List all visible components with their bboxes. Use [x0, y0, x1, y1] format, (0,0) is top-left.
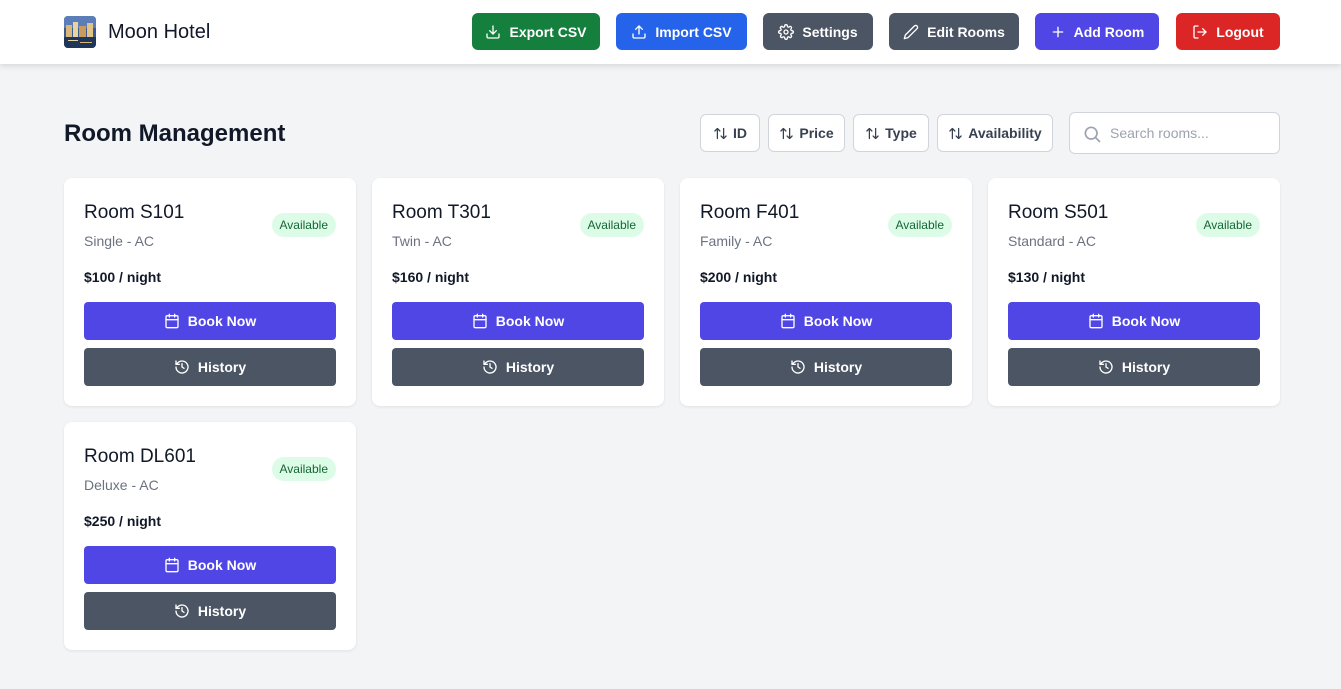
room-card: Room T301 Twin - AC Available $160 / nig…	[372, 178, 664, 406]
sort-by-type-label: Type	[885, 125, 917, 141]
room-card: Room S101 Single - AC Available $100 / n…	[64, 178, 356, 406]
sort-by-id-label: ID	[733, 125, 747, 141]
pencil-icon	[903, 24, 919, 39]
history-button[interactable]: History	[700, 348, 952, 386]
history-label: History	[1121, 359, 1171, 375]
book-now-label: Book Now	[187, 557, 257, 573]
room-card: Room F401 Family - AC Available $200 / n…	[680, 178, 972, 406]
room-price: $250 / night	[84, 513, 162, 529]
status-badge: Available	[271, 213, 336, 237]
logout-icon	[1193, 24, 1207, 39]
import-csv-label: Import CSV	[655, 23, 732, 40]
search-box	[1069, 112, 1280, 154]
book-now-button[interactable]: Book Now	[700, 302, 952, 340]
top-navbar: Moon Hotel Export CSV Import CSV Setting…	[0, 0, 1341, 64]
sort-by-availability-label: Availability	[968, 125, 1042, 141]
history-button[interactable]: History	[392, 348, 644, 386]
room-price: $200 / night	[700, 269, 778, 285]
status-badge: Available	[887, 213, 952, 237]
history-label: History	[197, 359, 247, 375]
history-label: History	[197, 603, 247, 619]
gear-icon	[778, 23, 795, 40]
book-now-label: Book Now	[495, 313, 565, 329]
book-now-button[interactable]: Book Now	[84, 546, 336, 584]
sort-arrows-icon	[949, 127, 963, 139]
status-badge: Available	[1195, 213, 1260, 237]
calendar-icon	[473, 313, 487, 329]
add-room-label: Add Room	[1073, 23, 1145, 40]
export-csv-label: Export CSV	[509, 23, 587, 40]
room-card: Room DL601 Deluxe - AC Available $250 / …	[64, 422, 356, 650]
room-title: Room F401	[700, 202, 800, 223]
sort-arrows-icon	[714, 127, 727, 139]
download-icon	[486, 24, 501, 39]
room-title: Room T301	[392, 202, 491, 223]
room-price: $130 / night	[1008, 269, 1086, 285]
logout-label: Logout	[1216, 23, 1264, 40]
add-room-button[interactable]: Add Room	[1035, 13, 1159, 50]
import-csv-button[interactable]: Import CSV	[616, 13, 747, 50]
status-badge: Available	[271, 457, 336, 481]
room-type: Deluxe - AC	[84, 477, 159, 493]
book-now-label: Book Now	[1111, 313, 1181, 329]
history-icon	[175, 604, 189, 618]
edit-rooms-label: Edit Rooms	[927, 23, 1005, 40]
room-type: Standard - AC	[1008, 233, 1096, 249]
logout-button[interactable]: Logout	[1176, 13, 1280, 50]
room-price: $160 / night	[392, 269, 470, 285]
history-icon	[1099, 360, 1113, 374]
settings-label: Settings	[802, 23, 858, 40]
room-card: Room S501 Standard - AC Available $130 /…	[988, 178, 1280, 406]
history-button[interactable]: History	[1008, 348, 1260, 386]
plus-icon	[1052, 26, 1063, 37]
settings-button[interactable]: Settings	[763, 13, 873, 50]
calendar-icon	[781, 313, 795, 329]
book-now-button[interactable]: Book Now	[84, 302, 336, 340]
page-title: Room Management	[64, 120, 286, 147]
book-now-label: Book Now	[187, 313, 257, 329]
sort-by-type-button[interactable]: Type	[853, 114, 929, 152]
room-title: Room DL601	[84, 446, 196, 467]
room-price: $100 / night	[84, 269, 162, 285]
upload-icon	[632, 24, 647, 39]
hotel-logo	[64, 16, 96, 48]
room-type: Single - AC	[84, 233, 155, 249]
sort-by-id-button[interactable]: ID	[700, 114, 760, 152]
sort-arrows-icon	[780, 127, 794, 139]
calendar-icon	[1089, 313, 1103, 329]
history-icon	[483, 360, 497, 374]
book-now-button[interactable]: Book Now	[392, 302, 644, 340]
search-icon	[1084, 126, 1101, 143]
export-csv-button[interactable]: Export CSV	[472, 13, 600, 50]
history-button[interactable]: History	[84, 592, 336, 630]
history-button[interactable]: History	[84, 348, 336, 386]
book-now-button[interactable]: Book Now	[1008, 302, 1260, 340]
sort-arrows-icon	[866, 127, 879, 139]
calendar-icon	[165, 313, 179, 329]
sort-by-availability-button[interactable]: Availability	[937, 114, 1053, 152]
history-icon	[175, 360, 189, 374]
history-label: History	[813, 359, 863, 375]
room-type: Family - AC	[700, 233, 773, 249]
status-badge: Available	[579, 213, 644, 237]
search-input[interactable]	[1110, 121, 1270, 145]
calendar-icon	[165, 557, 179, 573]
room-title: Room S101	[84, 202, 185, 223]
book-now-label: Book Now	[803, 313, 873, 329]
room-type: Twin - AC	[392, 233, 452, 249]
edit-rooms-button[interactable]: Edit Rooms	[889, 13, 1019, 50]
history-label: History	[505, 359, 555, 375]
sort-by-price-button[interactable]: Price	[768, 114, 845, 152]
sort-by-price-label: Price	[799, 125, 834, 141]
history-icon	[791, 360, 805, 374]
room-title: Room S501	[1008, 202, 1109, 223]
brand-name: Moon Hotel	[108, 21, 211, 43]
